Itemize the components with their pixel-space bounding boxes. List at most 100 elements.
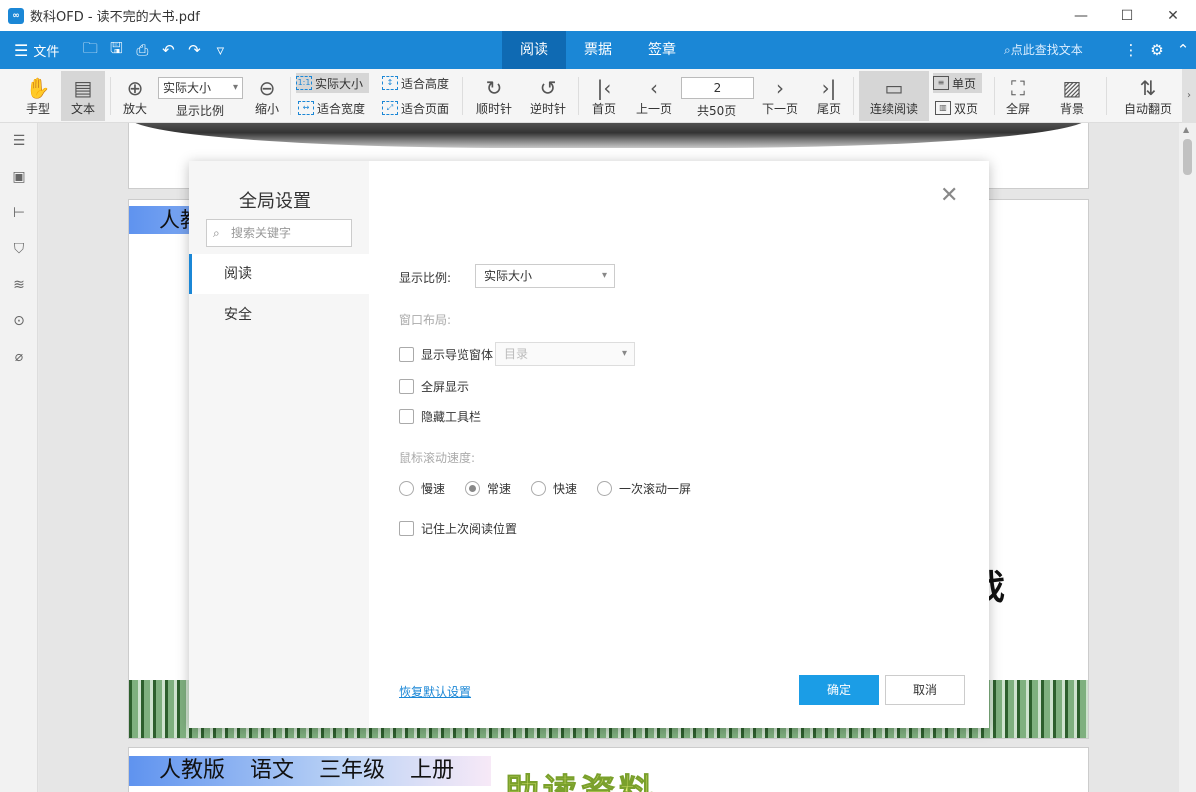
- annotation-icon[interactable]: ⊙: [9, 311, 29, 331]
- single-page-label: 单页: [952, 76, 977, 91]
- show-nav-pane-checkbox[interactable]: 显示导览窗体: [399, 346, 493, 363]
- search-icon: ⌕: [1004, 43, 1011, 57]
- book-cover-image: [129, 123, 1088, 148]
- tab-invoice[interactable]: 票据: [566, 31, 630, 69]
- auto-flip-button[interactable]: ⇅ 自动翻页: [1120, 71, 1176, 121]
- scroll-up-icon[interactable]: ▲: [1183, 125, 1189, 134]
- fit-height-button[interactable]: ↕ 适合高度: [382, 73, 449, 93]
- close-icon[interactable]: ✕: [940, 185, 958, 207]
- toolbar: ✋ 手型 ▤ 文本 ⊕ 放大 实际大小 显示比例 ⊖ 缩小 1:1 实际大小 ↕…: [0, 69, 1196, 123]
- tab-signature[interactable]: 签章: [630, 31, 694, 69]
- gear-icon[interactable]: ⚙: [1144, 41, 1170, 59]
- radio-circle: [399, 481, 414, 496]
- hand-tool-button[interactable]: ✋ 手型: [20, 71, 56, 121]
- zoom-select[interactable]: 实际大小: [158, 77, 243, 99]
- structure-tree-icon[interactable]: ⊢: [9, 203, 29, 223]
- global-settings-dialog: 全局设置 ⌕ 搜索关键字 阅读 安全 ✕ 显示比例: 实际大小 窗口布局: 显示…: [189, 161, 989, 728]
- document-page: 人教版 语文 三年级 上册 助读资料: [128, 747, 1089, 792]
- radio-circle: [465, 481, 480, 496]
- customize-dropdown-icon[interactable]: ▿: [207, 41, 233, 59]
- last-page-button[interactable]: ›| 尾页: [813, 71, 845, 121]
- open-folder-icon[interactable]: 🗀: [77, 38, 103, 63]
- settings-search-placeholder: 搜索关键字: [231, 226, 292, 240]
- fullscreen-display-checkbox[interactable]: 全屏显示: [399, 378, 469, 395]
- fit-page-button[interactable]: ⤢ 适合页面: [382, 98, 449, 118]
- hide-toolbar-checkbox[interactable]: 隐藏工具栏: [399, 408, 481, 425]
- remember-position-checkbox[interactable]: 记住上次阅读位置: [399, 520, 517, 537]
- rotate-clockwise-button[interactable]: ↻ 顺时针: [472, 71, 516, 121]
- zoom-out-button[interactable]: ⊖ 缩小: [250, 71, 284, 121]
- minimize-button[interactable]: —: [1058, 0, 1104, 31]
- fit-width-icon: ↔: [298, 101, 314, 115]
- collapse-up-icon[interactable]: ⌃: [1170, 41, 1196, 59]
- ok-button[interactable]: 确定: [799, 675, 879, 705]
- tab-read[interactable]: 阅读: [502, 31, 566, 69]
- nav-pane-select[interactable]: 目录: [495, 342, 635, 366]
- redo-icon[interactable]: ↷: [181, 41, 207, 59]
- fit-width-button[interactable]: ↔ 适合宽度: [298, 98, 365, 118]
- layers-icon[interactable]: ≋: [9, 275, 29, 295]
- prev-page-button[interactable]: ‹ 上一页: [632, 71, 676, 121]
- speed-slow-radio[interactable]: 慢速: [399, 480, 445, 497]
- speed-normal-radio[interactable]: 常速: [465, 480, 511, 497]
- settings-nav-security[interactable]: 安全: [189, 295, 369, 335]
- speed-onescreen-radio[interactable]: 一次滚动一屏: [597, 480, 691, 497]
- save-icon[interactable]: 🖫: [103, 38, 129, 63]
- scrollbar-thumb[interactable]: [1183, 139, 1192, 175]
- fit-width-label: 适合宽度: [317, 101, 366, 116]
- settings-nav-read[interactable]: 阅读: [189, 254, 369, 294]
- text-tool-button[interactable]: ▤ 文本: [61, 71, 105, 121]
- chevron-right-icon: ›: [776, 76, 784, 100]
- vertical-scrollbar[interactable]: ▲: [1179, 123, 1196, 792]
- hand-icon: ✋: [25, 76, 51, 100]
- fit-height-icon: ↕: [382, 76, 398, 90]
- remember-position-label: 记住上次阅读位置: [421, 522, 518, 536]
- outline-list-icon[interactable]: ☰: [9, 131, 29, 151]
- thumbnail-image-icon[interactable]: ▣: [9, 167, 29, 187]
- toolbar-divider: [578, 77, 579, 115]
- cancel-button[interactable]: 取消: [885, 675, 965, 705]
- zoom-in-button[interactable]: ⊕ 放大: [118, 71, 152, 121]
- more-vertical-icon[interactable]: ⋮: [1118, 41, 1144, 59]
- speed-normal-label: 常速: [487, 482, 512, 496]
- fullscreen-display-label: 全屏显示: [421, 380, 470, 394]
- maximize-button[interactable]: ☐: [1104, 0, 1150, 31]
- window-controls: — ☐ ✕: [1058, 0, 1196, 31]
- continuous-reading-button[interactable]: ▭ 连续阅读: [859, 71, 929, 121]
- toolbar-divider: [853, 77, 854, 115]
- fullscreen-button[interactable]: ⛶ 全屏: [1002, 71, 1034, 121]
- checkbox-box: [399, 409, 414, 424]
- actual-size-button[interactable]: 1:1 实际大小: [296, 73, 370, 93]
- zoom-in-label: 放大: [122, 102, 147, 116]
- scroll-speed-label: 鼠标滚动速度:: [399, 451, 476, 465]
- single-page-button[interactable]: ≡ 单页: [933, 73, 983, 93]
- first-page-button[interactable]: |‹ 首页: [588, 71, 620, 121]
- zoom-out-label: 缩小: [254, 102, 279, 116]
- attachment-icon[interactable]: ⌀: [9, 347, 29, 367]
- restore-defaults-link[interactable]: 恢复默认设置: [399, 683, 471, 700]
- find-text-search[interactable]: ⌕点此查找文本: [1004, 31, 1083, 69]
- rotate-counterclockwise-button[interactable]: ↺ 逆时针: [526, 71, 570, 121]
- background-pattern-icon: ▨: [1062, 76, 1082, 100]
- speed-fast-radio[interactable]: 快速: [531, 480, 577, 497]
- settings-search-input[interactable]: ⌕ 搜索关键字: [206, 219, 352, 247]
- bookmark-icon[interactable]: ⛉: [9, 239, 29, 259]
- zoom-setting-select[interactable]: 实际大小: [475, 264, 615, 288]
- file-menu-button[interactable]: ☰ 文件: [14, 41, 59, 60]
- hamburger-icon: ☰: [14, 40, 29, 60]
- toolbar-expand-icon[interactable]: ›: [1182, 69, 1196, 123]
- menubar-right-icons: ⋮ ⚙ ⌃: [1118, 31, 1196, 69]
- page-number-input[interactable]: 2: [681, 77, 754, 99]
- prev-page-label: 上一页: [635, 102, 672, 116]
- close-window-button[interactable]: ✕: [1150, 0, 1196, 31]
- print-icon[interactable]: ⎙: [129, 41, 155, 59]
- page-title: 助读资料: [505, 772, 657, 792]
- checkbox-box: [399, 521, 414, 536]
- next-page-button[interactable]: › 下一页: [758, 71, 802, 121]
- undo-icon[interactable]: ↶: [155, 41, 181, 59]
- show-nav-pane-label: 显示导览窗体: [421, 348, 494, 362]
- background-button[interactable]: ▨ 背景: [1050, 71, 1094, 121]
- window-title: 数科OFD - 读不完的大书.pdf: [30, 10, 200, 25]
- double-page-button[interactable]: ▥ 双页: [935, 98, 978, 118]
- toolbar-divider: [290, 77, 291, 115]
